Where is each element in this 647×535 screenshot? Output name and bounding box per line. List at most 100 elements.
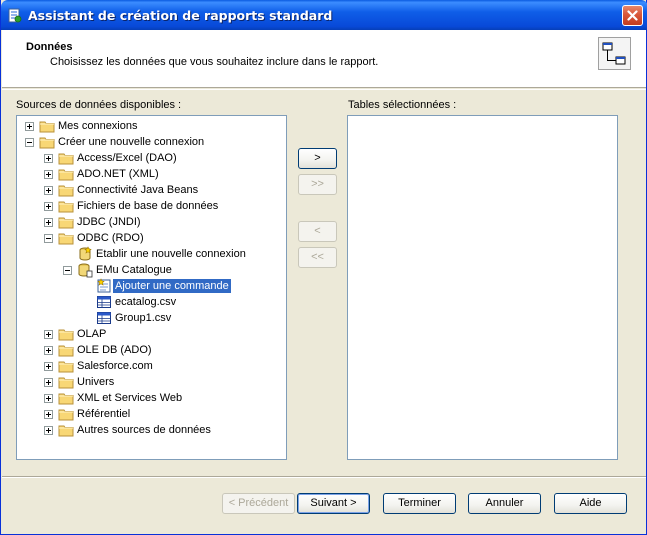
tree-item[interactable]: EMu Catalogue <box>17 262 286 278</box>
tree-item-label: Salesforce.com <box>77 360 153 372</box>
add-all-button[interactable]: >> <box>298 174 337 195</box>
tree-item-label: Access/Excel (DAO) <box>77 152 177 164</box>
folder-icon <box>58 358 74 374</box>
cancel-button[interactable]: Annuler <box>468 493 541 514</box>
collapse-icon[interactable] <box>63 266 72 275</box>
expand-icon[interactable] <box>44 378 53 387</box>
tree-item-label: ODBC (RDO) <box>77 232 144 244</box>
close-button[interactable] <box>622 5 643 26</box>
new-connection-icon <box>77 246 93 262</box>
folder-icon <box>58 150 74 166</box>
tree-item[interactable]: XML et Services Web <box>17 390 286 406</box>
tree-item[interactable]: Connectivité Java Beans <box>17 182 286 198</box>
window-title: Assistant de création de rapports standa… <box>28 8 333 23</box>
title-bar[interactable]: Assistant de création de rapports standa… <box>1 0 647 30</box>
tree-item[interactable]: Ajouter une commande <box>17 278 286 294</box>
expand-icon[interactable] <box>44 394 53 403</box>
tree-item-label: ADO.NET (XML) <box>77 168 159 180</box>
tree-item[interactable]: ADO.NET (XML) <box>17 166 286 182</box>
folder-icon <box>39 118 55 134</box>
tree-item-label: Connectivité Java Beans <box>77 184 199 196</box>
table-icon <box>96 294 112 310</box>
expand-icon[interactable] <box>44 410 53 419</box>
folder-icon <box>58 166 74 182</box>
tree-item-label: Ajouter une commande <box>113 279 231 293</box>
tree-item-label: Fichiers de base de données <box>77 200 219 212</box>
tree-item[interactable]: Access/Excel (DAO) <box>17 150 286 166</box>
tree-item[interactable]: ecatalog.csv <box>17 294 286 310</box>
tree-item-label: ecatalog.csv <box>115 296 177 308</box>
table-icon <box>96 310 112 326</box>
expand-icon[interactable] <box>44 218 53 227</box>
database-icon <box>77 262 93 278</box>
folder-icon <box>58 406 74 422</box>
remove-button[interactable]: < <box>298 221 337 242</box>
wizard-header: Données Choisissez les données que vous … <box>2 30 646 88</box>
expand-icon[interactable] <box>44 202 53 211</box>
folder-icon <box>58 214 74 230</box>
folder-icon <box>39 134 55 150</box>
tree-item[interactable]: Référentiel <box>17 406 286 422</box>
folder-icon <box>58 198 74 214</box>
tree-item[interactable]: ODBC (RDO) <box>17 230 286 246</box>
collapse-icon[interactable] <box>44 234 53 243</box>
expand-icon[interactable] <box>25 122 34 131</box>
folder-icon <box>58 390 74 406</box>
crystal-reports-icon <box>7 8 22 23</box>
available-sources-tree[interactable]: Mes connexions Créer une nouvelle connexi… <box>16 115 287 460</box>
close-icon <box>627 10 638 21</box>
header-divider <box>2 89 646 90</box>
tree-item[interactable]: Group1.csv <box>17 310 286 326</box>
next-button[interactable]: Suivant > <box>297 493 370 514</box>
selected-tables-list[interactable] <box>347 115 618 460</box>
tree-item[interactable]: Etablir une nouvelle connexion <box>17 246 286 262</box>
step-description: Choisissez les données que vous souhaite… <box>50 56 379 68</box>
expand-icon[interactable] <box>44 170 53 179</box>
tree-item-label: Autres sources de données <box>77 424 211 436</box>
expand-icon[interactable] <box>44 346 53 355</box>
expand-icon[interactable] <box>44 154 53 163</box>
tree-item[interactable]: Mes connexions <box>17 118 286 134</box>
folder-icon <box>58 422 74 438</box>
data-step-icon <box>598 37 631 70</box>
folder-icon <box>58 182 74 198</box>
add-command-icon <box>96 278 112 294</box>
folder-icon <box>58 374 74 390</box>
add-button[interactable]: > <box>298 148 337 169</box>
back-button[interactable]: < Précédent <box>222 493 295 514</box>
tree-item[interactable]: OLAP <box>17 326 286 342</box>
remove-all-button[interactable]: << <box>298 247 337 268</box>
step-title: Données <box>26 41 73 53</box>
tree-item-label: Créer une nouvelle connexion <box>58 136 205 148</box>
folder-icon <box>58 326 74 342</box>
tree-item[interactable]: Univers <box>17 374 286 390</box>
tree-item[interactable]: JDBC (JNDI) <box>17 214 286 230</box>
wizard-window: Assistant de création de rapports standa… <box>0 0 647 535</box>
folder-icon <box>58 342 74 358</box>
tree-item-label: Mes connexions <box>58 120 138 132</box>
tree-item[interactable]: Fichiers de base de données <box>17 198 286 214</box>
tree-item-label: OLE DB (ADO) <box>77 344 152 356</box>
tree-item[interactable]: Créer une nouvelle connexion <box>17 134 286 150</box>
footer-divider-highlight <box>2 477 646 478</box>
tree-item[interactable]: Salesforce.com <box>17 358 286 374</box>
tree-item-label: Référentiel <box>77 408 131 420</box>
available-sources-label: Sources de données disponibles : <box>16 99 182 111</box>
tree-item-label: Group1.csv <box>115 312 172 324</box>
expand-icon[interactable] <box>44 186 53 195</box>
expand-icon[interactable] <box>44 426 53 435</box>
tree-item[interactable]: Autres sources de données <box>17 422 286 438</box>
collapse-icon[interactable] <box>25 138 34 147</box>
selected-tables-label: Tables sélectionnées : <box>348 99 457 111</box>
expand-icon[interactable] <box>44 330 53 339</box>
tree-item-label: EMu Catalogue <box>96 264 172 276</box>
tree-item-label: OLAP <box>77 328 107 340</box>
finish-button[interactable]: Terminer <box>383 493 456 514</box>
tree-item[interactable]: OLE DB (ADO) <box>17 342 286 358</box>
help-button[interactable]: Aide <box>554 493 627 514</box>
tree-item-label: Etablir une nouvelle connexion <box>96 248 246 260</box>
tree-item-label: JDBC (JNDI) <box>77 216 141 228</box>
folder-icon <box>58 230 74 246</box>
expand-icon[interactable] <box>44 362 53 371</box>
tree-item-label: Univers <box>77 376 115 388</box>
